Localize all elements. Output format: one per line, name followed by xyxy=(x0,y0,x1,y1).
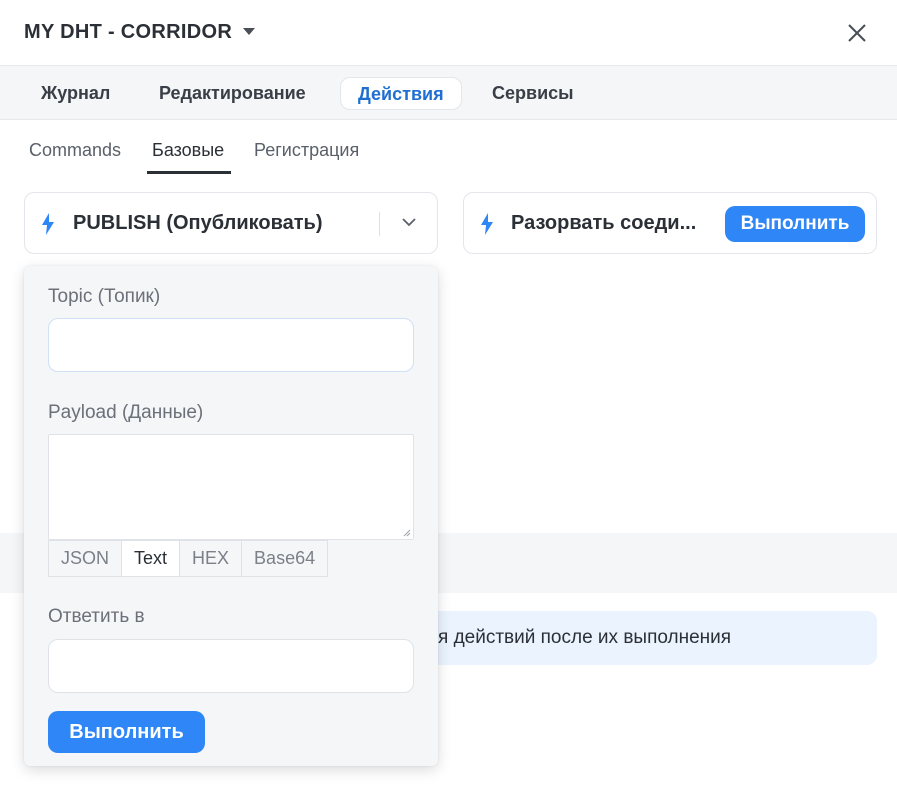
device-title[interactable]: MY DHT - CORRIDOR xyxy=(24,21,232,44)
topic-input[interactable] xyxy=(48,318,414,372)
subtab-basic[interactable]: Базовые xyxy=(152,140,224,161)
format-json[interactable]: JSON xyxy=(48,540,123,577)
format-text[interactable]: Text xyxy=(121,540,181,577)
bolt-icon xyxy=(481,213,493,235)
action-card-label: Разорвать соеди... xyxy=(511,212,697,234)
window-header: MY DHT - CORRIDOR xyxy=(0,0,897,66)
close-icon[interactable] xyxy=(844,20,870,46)
tab-services[interactable]: Сервисы xyxy=(475,77,591,110)
action-select[interactable]: PUBLISH (Опубликовать) xyxy=(24,192,438,254)
subtab-commands[interactable]: Commands xyxy=(29,140,121,161)
run-disconnect-button[interactable]: Выполнить xyxy=(725,206,865,242)
bolt-icon xyxy=(42,213,54,235)
tab-journal[interactable]: Журнал xyxy=(24,77,127,110)
payload-label: Payload (Данные) xyxy=(48,402,204,423)
resize-grip-icon[interactable] xyxy=(403,529,411,537)
action-card-disconnect: Разорвать соеди... Выполнить xyxy=(463,192,877,254)
format-hex[interactable]: HEX xyxy=(179,540,243,577)
chevron-down-icon[interactable] xyxy=(402,217,416,227)
payload-textarea[interactable] xyxy=(48,434,414,540)
reply-input[interactable] xyxy=(48,639,414,693)
tab-actions[interactable]: Действия xyxy=(340,77,462,110)
publish-submit-button[interactable]: Выполнить xyxy=(48,711,205,753)
tab-editing[interactable]: Редактирование xyxy=(142,77,323,110)
subtab-registration[interactable]: Регистрация xyxy=(254,140,359,161)
format-base64[interactable]: Base64 xyxy=(241,540,329,577)
active-subtab-indicator xyxy=(147,171,231,174)
topic-label: Topic (Топик) xyxy=(48,286,161,307)
action-select-value: PUBLISH (Опубликовать) xyxy=(73,212,323,234)
caret-down-icon[interactable] xyxy=(243,28,255,35)
info-banner-text: я действий после их выполнения xyxy=(438,627,732,648)
select-divider xyxy=(379,212,380,236)
main-tabbar: Журнал Редактирование Действия Сервисы xyxy=(0,66,897,120)
reply-label: Ответить в xyxy=(48,606,145,627)
payload-format-selector: JSON Text HEX Base64 xyxy=(48,540,329,577)
